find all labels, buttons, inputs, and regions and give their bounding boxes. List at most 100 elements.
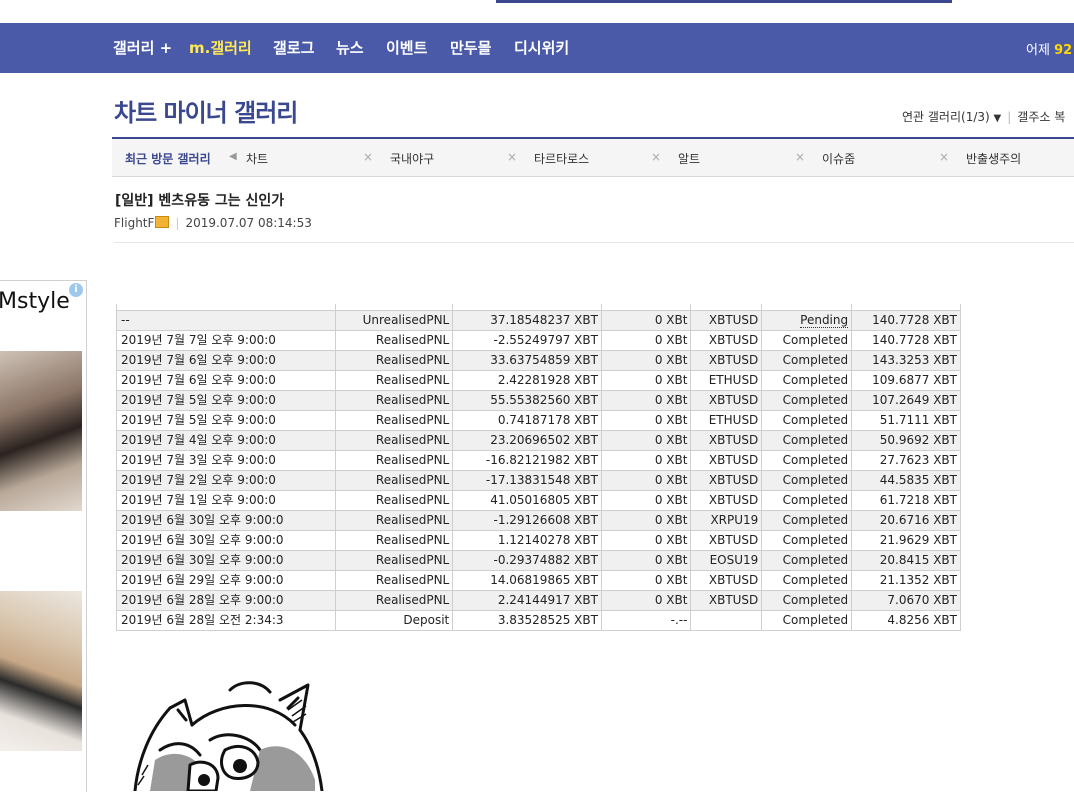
table-row: 2019년 6월 30일 오후 9:00:0 RealisedPNL 1.12140… — [116, 530, 961, 551]
table-cell-balance: 109.6877 XBT — [851, 370, 961, 391]
table-cell-time: 2019년 7월 5일 오후 9:00:0 — [116, 410, 337, 431]
nav-dcwiki[interactable]: 디시위키 — [514, 37, 569, 58]
table-cell-symbol: EOSU19 — [690, 550, 763, 571]
related-gallery-dropdown[interactable]: 연관 갤러리(1/3) ▼ — [902, 110, 1001, 124]
table-row: -- UnrealisedPNL 37.18548237 XBT 0 XBt XBTUS… — [116, 310, 961, 331]
table-row: 2019년 6월 28일 오전 2:34:3 Deposit 3.83528525 … — [116, 610, 961, 631]
table-row: 2019년 6월 30일 오후 9:00:0 RealisedPNL -1.2912… — [116, 510, 961, 531]
nav-gallog[interactable]: 갤로그 — [273, 37, 314, 58]
table-cell-time: 2019년 6월 28일 오전 2:34:3 — [116, 610, 337, 631]
close-icon[interactable]: × — [939, 150, 949, 164]
recent-item-alt[interactable]: 알트 — [678, 150, 700, 167]
table-cell-type: RealisedPNL — [335, 550, 454, 571]
table-cell-symbol: XBTUSD — [690, 330, 763, 351]
recent-galleries-bar: 최근 방문 갤러리 ◀ 차트 × 국내야구 × 타르타로스 × 알트 × 이슈줌… — [112, 137, 1074, 177]
recent-item-issuezoom[interactable]: 이슈줌 — [822, 150, 855, 167]
table-cell-amount: 2.42281928 XBT — [452, 370, 602, 391]
table-row: 2019년 6월 30일 오후 9:00:0 RealisedPNL -0.2937… — [116, 550, 961, 571]
table-cell-amount: -2.55249797 XBT — [452, 330, 602, 351]
table-cell-status: Completed — [761, 330, 853, 351]
table-cell-fee: 0 XBt — [600, 350, 692, 371]
table-cell-type: RealisedPNL — [335, 470, 454, 491]
ad-info-icon[interactable]: i — [69, 283, 83, 297]
table-cell-time: 2019년 7월 2일 오후 9:00:0 — [116, 470, 337, 491]
close-icon[interactable]: × — [507, 150, 517, 164]
side-ad[interactable]: Mstyle i — [0, 280, 87, 792]
recent-item-baseball[interactable]: 국내야구 — [390, 150, 434, 167]
table-cell-type: RealisedPNL — [335, 450, 454, 471]
table-cell-amount: 23.20696502 XBT — [452, 430, 602, 451]
recent-item-tartaros[interactable]: 타르타로스 — [534, 150, 589, 167]
table-cell-amount: 55.55382560 XBT — [452, 390, 602, 411]
gallery-address-button[interactable]: 갤주소 복 — [1017, 110, 1065, 124]
table-cell-fee: 0 XBt — [600, 430, 692, 451]
table-cell-time: 2019년 6월 30일 오후 9:00:0 — [116, 530, 337, 551]
table-cell-symbol: XBTUSD — [690, 570, 763, 591]
post-meta: FlightF | 2019.07.07 08:14:53 — [114, 216, 312, 230]
table-cell-type: RealisedPNL — [335, 370, 454, 391]
table-cell-symbol: XBTUSD — [690, 530, 763, 551]
table-cell-balance: 21.9629 XBT — [851, 530, 961, 551]
table-row: 2019년 7월 5일 오후 9:00:0 RealisedPNL 0.741871… — [116, 410, 961, 431]
table-cell-time: 2019년 7월 6일 오후 9:00:0 — [116, 350, 337, 371]
table-cell-amount: -0.29374882 XBT — [452, 550, 602, 571]
table-cell-status: Completed — [761, 470, 853, 491]
top-nav: 갤러리 + m.갤러리 갤로그 뉴스 이벤트 만두몰 디시위키 어제 92 — [0, 23, 1074, 73]
table-cell-symbol: XRPU19 — [690, 510, 763, 531]
table-cell-amount: -16.82121982 XBT — [452, 450, 602, 471]
close-icon[interactable]: × — [363, 150, 373, 164]
table-cell-symbol: XBTUSD — [690, 390, 763, 411]
table-cell-status: Completed — [761, 510, 853, 531]
nav-event[interactable]: 이벤트 — [386, 37, 427, 58]
gallery-title[interactable]: 차트 마이너 갤러리 — [114, 93, 298, 128]
table-cell-symbol: ETHUSD — [690, 370, 763, 391]
close-icon[interactable]: × — [651, 150, 661, 164]
table-cell-time: -- — [116, 310, 337, 331]
table-cell-status: Completed — [761, 430, 853, 451]
table-cell-balance: 61.7218 XBT — [851, 490, 961, 511]
table-cell-balance: 143.3253 XBT — [851, 350, 961, 371]
table-cell-balance: 20.6716 XBT — [851, 510, 961, 531]
nav-mobile-gallery[interactable]: m.갤러리 — [189, 37, 252, 58]
table-cell-symbol: XBTUSD — [690, 590, 763, 611]
table-cell-fee: 0 XBt — [600, 390, 692, 411]
recent-item-chart[interactable]: 차트 — [246, 150, 268, 167]
post-divider — [114, 242, 1074, 243]
caret-down-icon: ▼ — [993, 113, 1002, 124]
table-cell-time: 2019년 6월 28일 오후 9:00:0 — [116, 590, 337, 611]
table-cell-type: RealisedPNL — [335, 410, 454, 431]
close-icon[interactable]: × — [795, 150, 805, 164]
transaction-table-image: ....... --UnrealisedPNL37.18548237 XBT0 … — [116, 304, 961, 634]
table-cell-type: RealisedPNL — [335, 390, 454, 411]
ad-product-image[interactable] — [0, 351, 82, 511]
table-cell-fee: -.-- — [600, 610, 692, 631]
table-cell-time: 2019년 7월 4일 오후 9:00:0 — [116, 430, 337, 451]
nav-news[interactable]: 뉴스 — [336, 37, 364, 58]
pending-status: Pending — [800, 313, 849, 328]
ad-product-image[interactable] — [0, 591, 82, 751]
table-cell-amount: 1.12140278 XBT — [452, 530, 602, 551]
nav-gallery-plus[interactable]: 갤러리 + — [113, 37, 172, 58]
caret-left-icon[interactable]: ◀ — [229, 151, 237, 162]
table-cell-fee: 0 XBt — [600, 470, 692, 491]
table-cell-type: RealisedPNL — [335, 490, 454, 511]
gallog-badge-icon[interactable] — [155, 216, 170, 228]
table-cell-status: Completed — [761, 570, 853, 591]
table-cell-fee: 0 XBt — [600, 590, 692, 611]
table-cell-fee: 0 XBt — [600, 310, 692, 331]
table-cell-amount: 41.05016805 XBT — [452, 490, 602, 511]
comic-character-image — [133, 681, 324, 791]
table-cell-balance: 51.7111 XBT — [851, 410, 961, 431]
table-cell-symbol: XBTUSD — [690, 350, 763, 371]
table-cell-fee: 0 XBt — [600, 330, 692, 351]
table-cell-symbol: XBTUSD — [690, 470, 763, 491]
table-cell-balance: 20.8415 XBT — [851, 550, 961, 571]
table-cell-time: 2019년 7월 3일 오후 9:00:0 — [116, 450, 337, 471]
table-cell-status: Completed — [761, 530, 853, 551]
post-author[interactable]: FlightF — [114, 216, 154, 230]
table-cell-status: Completed — [761, 450, 853, 471]
recent-item-antinatalism[interactable]: 반출생주의 — [966, 150, 1021, 167]
table-cell-fee: 0 XBt — [600, 410, 692, 431]
nav-mandu-mall[interactable]: 만두몰 — [450, 37, 491, 58]
table-cell-amount: -1.29126608 XBT — [452, 510, 602, 531]
